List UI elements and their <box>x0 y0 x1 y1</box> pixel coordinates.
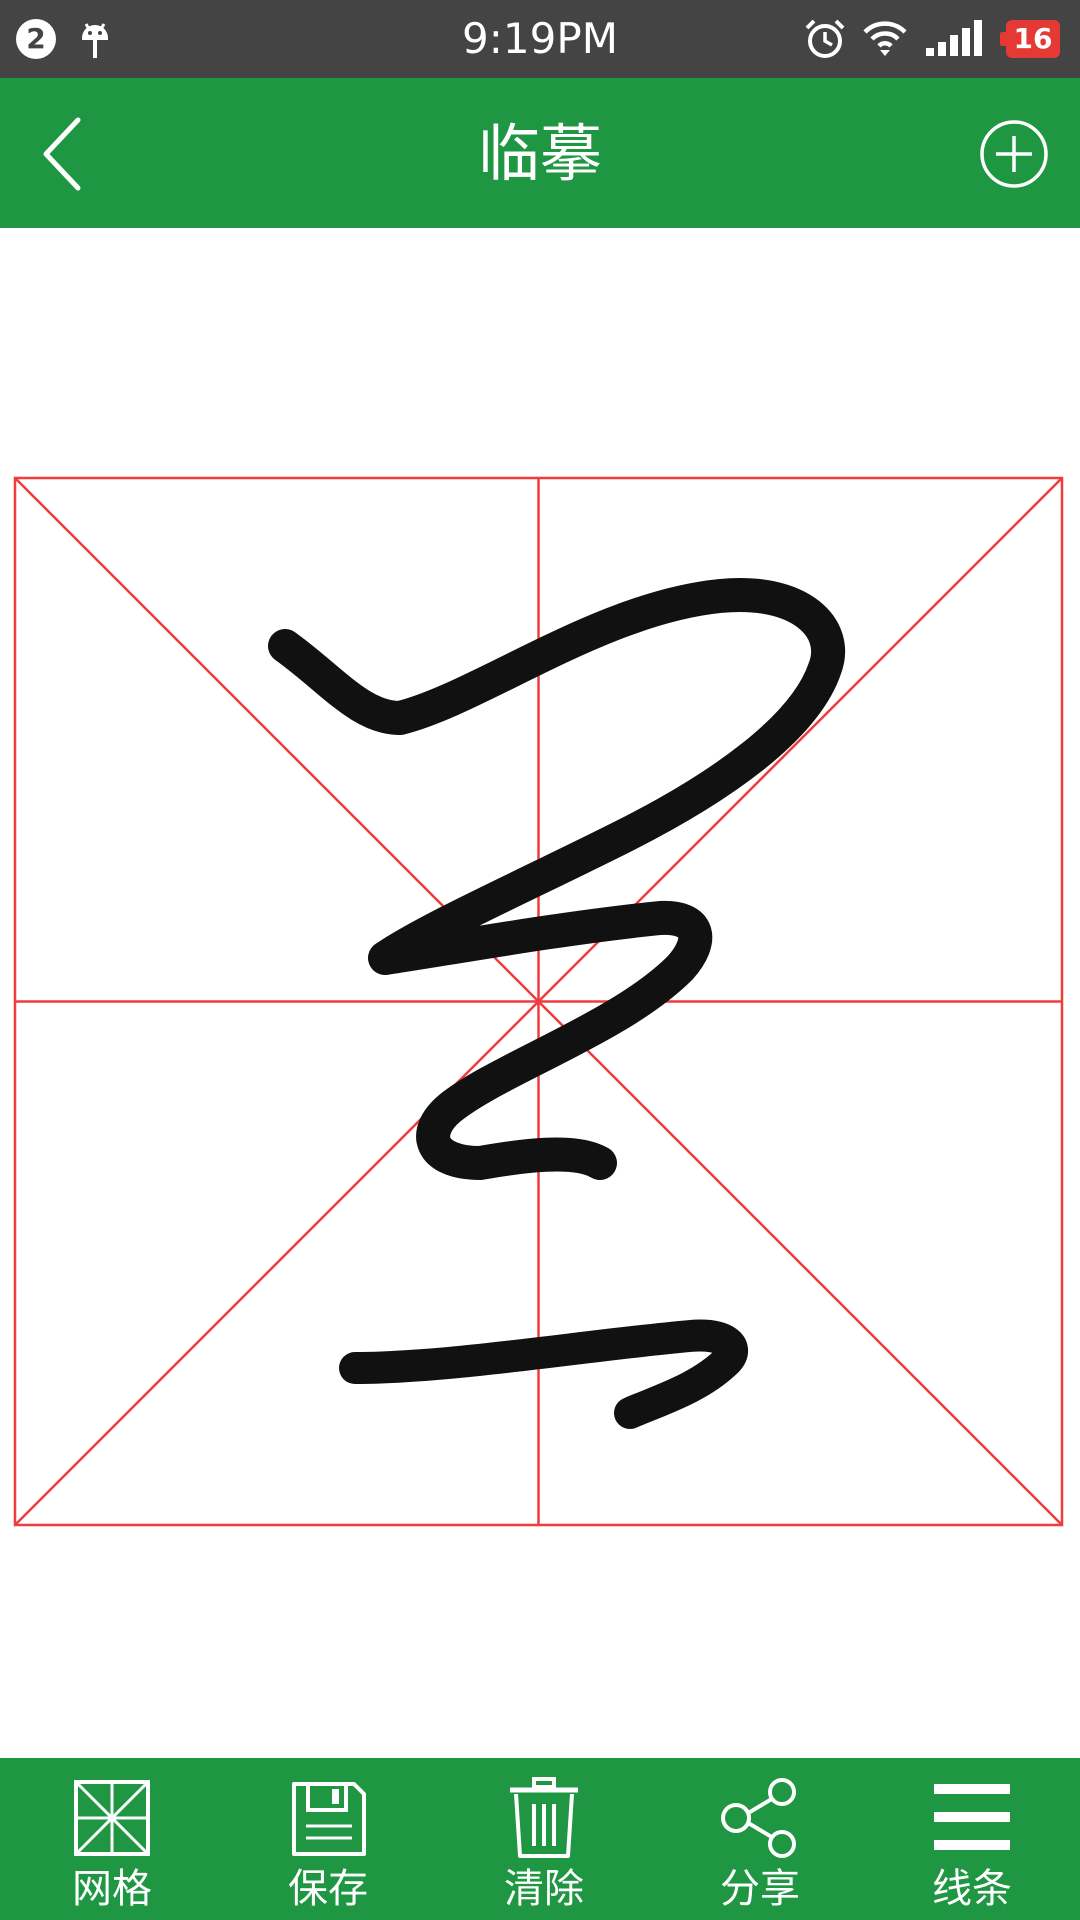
drawing-canvas[interactable] <box>0 228 1080 1758</box>
save-icon <box>292 1782 366 1856</box>
grid-button[interactable]: 网格 <box>4 1758 220 1920</box>
status-bar: 2 9:19PM 16 <box>0 0 1080 78</box>
lines-button[interactable]: 线条 <box>864 1758 1080 1920</box>
brush-stroke <box>339 1319 748 1429</box>
wifi-icon <box>863 21 907 56</box>
grid-icon <box>74 1780 150 1856</box>
signal-icon <box>926 20 982 56</box>
page-title: 临摹 <box>477 117 602 190</box>
grid-button-label: 网格 <box>72 1866 152 1912</box>
lines-icon <box>934 1784 1010 1850</box>
save-button-label: 保存 <box>288 1866 368 1912</box>
share-icon <box>721 1778 796 1858</box>
clear-button-label: 清除 <box>504 1866 584 1912</box>
calligraphy-strokes <box>268 578 846 1429</box>
share-button-label: 分享 <box>720 1866 800 1912</box>
battery-indicator: 16 <box>1000 20 1060 58</box>
brush-stroke <box>268 578 846 1180</box>
lines-button-label: 线条 <box>932 1866 1012 1912</box>
share-button[interactable]: 分享 <box>652 1758 868 1920</box>
trash-icon <box>510 1777 578 1858</box>
alarm-icon <box>805 19 845 58</box>
bottom-toolbar: 网格 保存 清除 分享 线条 <box>0 1758 1080 1920</box>
add-button[interactable] <box>976 116 1052 192</box>
clear-button[interactable]: 清除 <box>436 1758 652 1920</box>
app-bar: 临摹 <box>0 78 1080 228</box>
save-button[interactable]: 保存 <box>220 1758 436 1920</box>
status-time: 9:19PM <box>462 14 618 63</box>
practice-grid[interactable] <box>0 228 1080 1758</box>
